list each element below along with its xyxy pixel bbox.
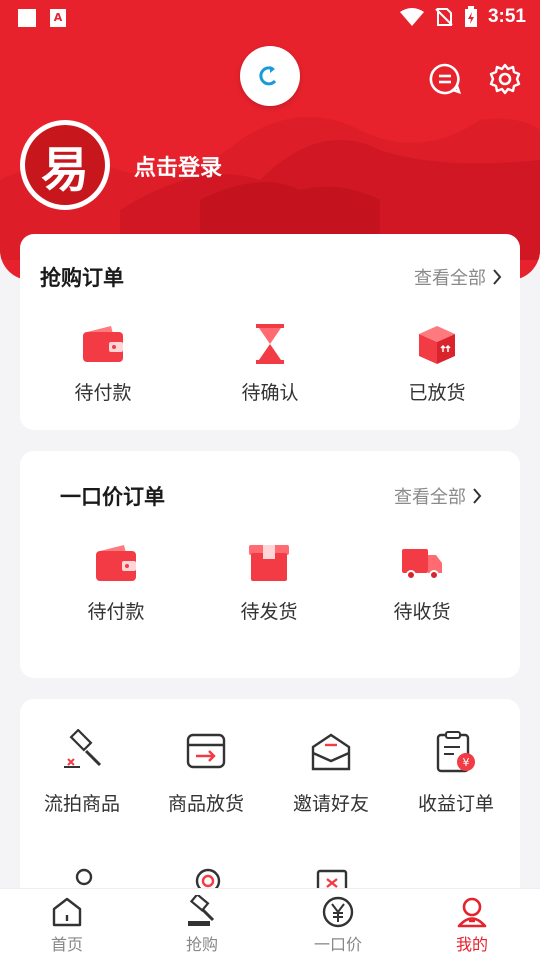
tool-label: 流拍商品: [43, 793, 120, 815]
fixed-price-orders-card: 一口价订单 查看全部 待付款 待发货 待收货: [20, 451, 520, 678]
grab-orders-card: 抢购订单 查看全部 待付款 待确认 已放货: [20, 234, 520, 430]
item-label: 待付款: [74, 382, 132, 404]
item-label: 待发货: [240, 601, 298, 623]
login-link[interactable]: 点击登录: [134, 150, 222, 182]
refresh-button[interactable]: [240, 46, 300, 106]
fixed-pending-shipment[interactable]: 待发货: [209, 541, 329, 624]
gavel-icon: [64, 729, 102, 768]
battery-charging-icon: [464, 6, 477, 27]
grab-orders-title: 抢购订单: [40, 266, 124, 290]
nav-label: 首页: [50, 935, 83, 954]
nav-label: 一口价: [313, 935, 362, 954]
item-label: 待收货: [393, 601, 451, 623]
tool-earnings-orders[interactable]: ¥ 收益订单: [396, 729, 516, 816]
view-all-label: 查看全部: [394, 487, 466, 508]
fixed-price-orders-view-all[interactable]: 查看全部: [394, 483, 482, 509]
notification-square-icon: [18, 9, 36, 27]
bottom-navigation: 首页 抢购 一口价 我的: [0, 888, 540, 960]
grab-shipped[interactable]: 已放货: [377, 322, 497, 405]
tool-label: 邀请好友: [292, 793, 369, 815]
package-icon: [249, 545, 289, 581]
nav-grab[interactable]: 抢购: [152, 895, 252, 955]
fixed-pending-receipt[interactable]: 待收货: [362, 541, 482, 624]
view-all-label: 查看全部: [414, 268, 486, 289]
app-notification-icon: A: [50, 9, 66, 27]
fixed-price-orders-title: 一口价订单: [60, 485, 165, 509]
nav-label: 抢购: [185, 935, 218, 954]
user-icon: [457, 897, 487, 928]
truck-icon: [402, 549, 442, 580]
tool-label: 商品放货: [167, 793, 244, 815]
svg-text:¥: ¥: [463, 756, 470, 769]
tool-goods-release[interactable]: 商品放货: [146, 729, 266, 816]
item-label: 待确认: [241, 382, 299, 404]
tools-card: 流拍商品 商品放货 邀请好友 ¥ 收益订单: [20, 699, 520, 899]
yen-icon: [322, 896, 354, 928]
refresh-icon: [259, 66, 277, 86]
nav-mine[interactable]: 我的: [422, 895, 522, 955]
nav-fixed-price[interactable]: 一口价: [288, 895, 388, 955]
tool-label: 收益订单: [417, 793, 494, 815]
avatar[interactable]: 易: [20, 120, 110, 210]
tool-failed-auction[interactable]: 流拍商品: [22, 729, 142, 816]
nav-home[interactable]: 首页: [17, 895, 117, 955]
chevron-right-icon: [473, 488, 482, 504]
avatar-logo: 易: [25, 125, 105, 205]
grab-pending-confirm[interactable]: 待确认: [210, 322, 330, 405]
wallet-icon: [83, 326, 123, 362]
no-sim-icon: [435, 8, 453, 26]
hourglass-icon: [256, 324, 284, 364]
item-label: 已放货: [408, 382, 466, 404]
item-label: 待付款: [87, 601, 145, 623]
status-bar: A 3:51: [0, 0, 540, 36]
clock: 3:51: [487, 6, 526, 27]
grab-pending-payment[interactable]: 待付款: [43, 322, 163, 405]
envelope-icon: [311, 733, 351, 771]
wallet-icon: [96, 545, 136, 581]
wifi-icon: [399, 8, 424, 26]
message-icon[interactable]: [428, 62, 462, 96]
inbox-arrow-icon: [186, 733, 226, 769]
box-icon: [419, 326, 455, 364]
auction-icon: [188, 895, 215, 926]
clipboard-money-icon: ¥: [436, 731, 475, 773]
fixed-pending-payment[interactable]: 待付款: [56, 541, 176, 624]
tool-invite-friends[interactable]: 邀请好友: [271, 729, 391, 816]
nav-label: 我的: [455, 935, 488, 954]
chevron-right-icon: [493, 269, 502, 285]
settings-gear-icon[interactable]: [488, 62, 522, 96]
grab-orders-view-all[interactable]: 查看全部: [414, 264, 502, 290]
home-icon: [52, 897, 82, 927]
